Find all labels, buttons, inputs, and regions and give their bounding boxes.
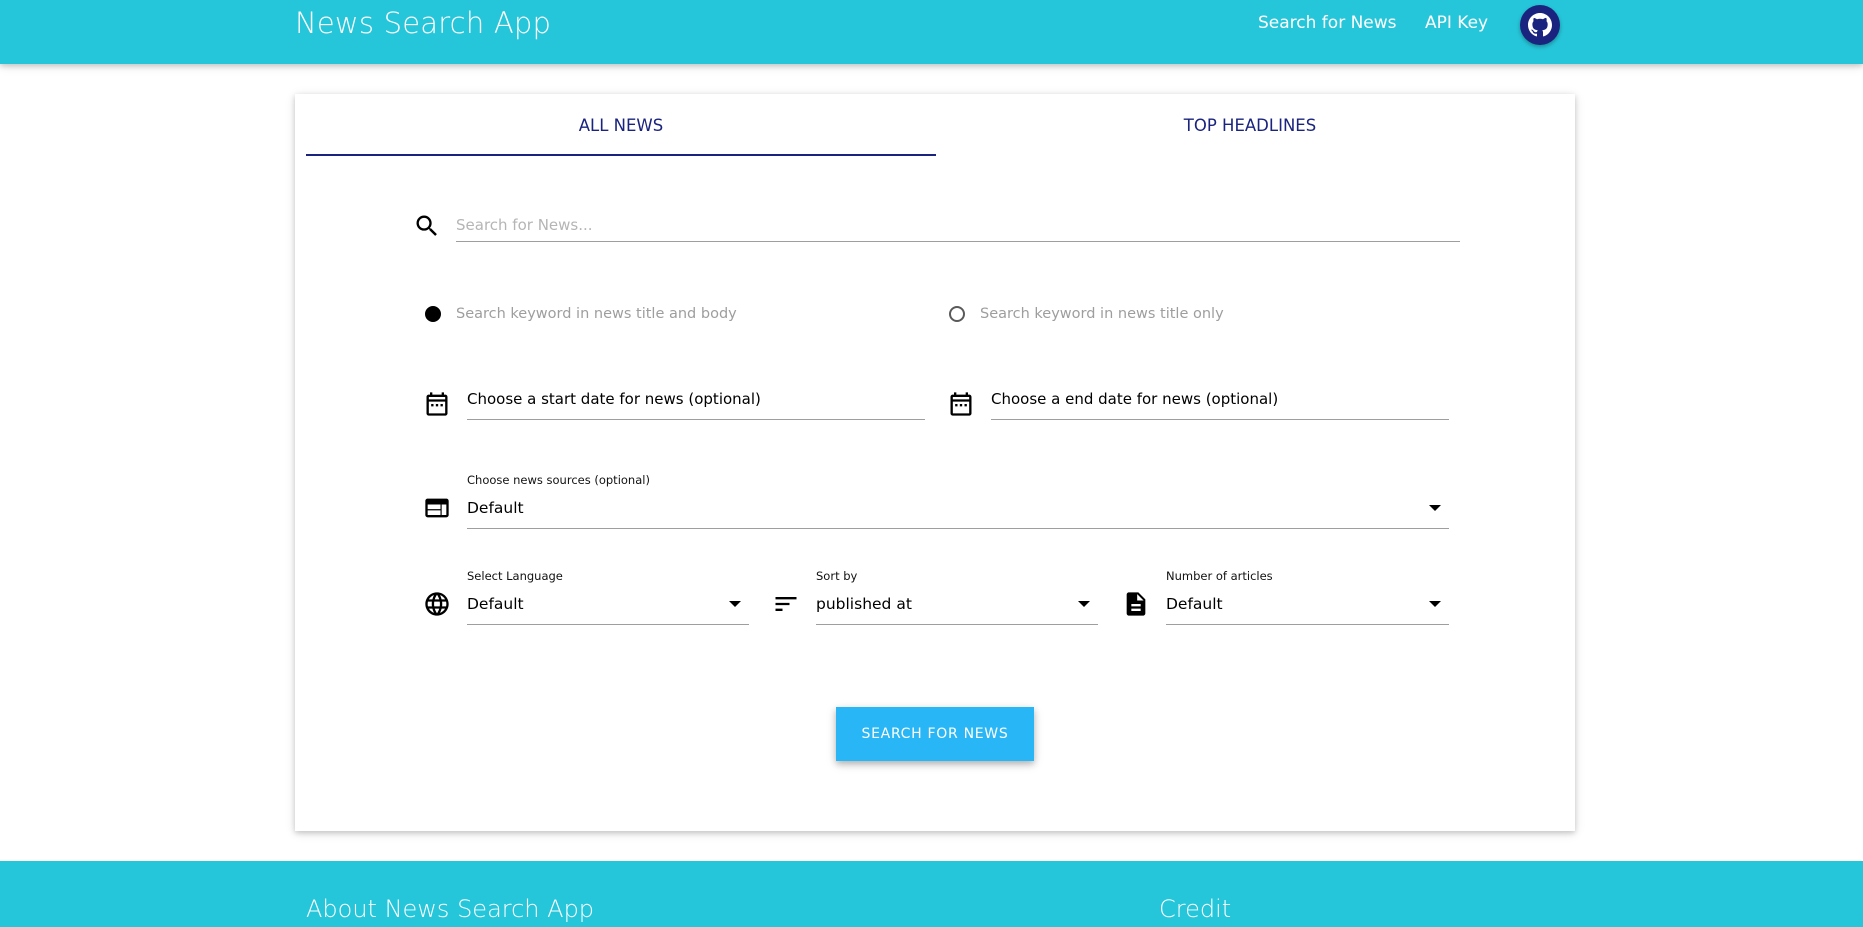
- radio-label: Search keyword in news title only: [980, 306, 1224, 322]
- sort-select-value: published at: [816, 594, 912, 613]
- tab-all-news[interactable]: ALL NEWS: [306, 94, 936, 156]
- nav-link-search[interactable]: Search for News: [1258, 13, 1397, 33]
- tab-indicator: [306, 154, 936, 156]
- footer-about-title: About News Search App: [306, 895, 595, 923]
- radio-title-only[interactable]: Search keyword in news title only: [949, 306, 1224, 322]
- footer: About News Search App Credit: [0, 861, 1863, 927]
- tab-top-headlines[interactable]: TOP HEADLINES: [935, 94, 1565, 156]
- search-icon: [413, 212, 441, 245]
- language-label: Select Language: [467, 569, 563, 583]
- articles-select-value: Default: [1166, 594, 1223, 613]
- chevron-down-icon: [729, 600, 741, 607]
- search-for-news-button[interactable]: SEARCH FOR NEWS: [836, 707, 1034, 761]
- search-input[interactable]: [456, 208, 1460, 242]
- sort-label: Sort by: [816, 569, 858, 583]
- chevron-down-icon: [1078, 600, 1090, 607]
- end-date-field[interactable]: Choose a end date for news (optional): [991, 382, 1449, 420]
- articles-select[interactable]: Default: [1166, 587, 1449, 625]
- sort-icon: [772, 590, 800, 623]
- sources-select[interactable]: Default: [467, 491, 1449, 529]
- document-icon: [1122, 590, 1150, 623]
- github-button[interactable]: [1520, 5, 1560, 45]
- chevron-down-icon: [1429, 504, 1441, 511]
- language-select[interactable]: Default: [467, 587, 749, 625]
- brand-logo[interactable]: News Search App: [295, 6, 551, 40]
- calendar-icon: [423, 390, 451, 423]
- chevron-down-icon: [1429, 600, 1441, 607]
- globe-icon: [423, 590, 451, 623]
- web-icon: [423, 494, 451, 527]
- footer-credit-title: Credit: [1159, 895, 1232, 923]
- radio-title-and-body[interactable]: Search keyword in news title and body: [425, 306, 737, 322]
- language-select-value: Default: [467, 594, 524, 613]
- nav-link-api-key[interactable]: API Key: [1425, 13, 1488, 33]
- navbar: News Search App Search for News API Key: [0, 0, 1863, 64]
- radio-label: Search keyword in news title and body: [456, 306, 737, 322]
- github-icon: [1528, 13, 1552, 37]
- search-card: ALL NEWS TOP HEADLINES Search keyword in…: [295, 94, 1575, 831]
- sort-select[interactable]: published at: [816, 587, 1098, 625]
- radio-unchecked-indicator: [949, 306, 965, 322]
- radio-checked-indicator: [425, 306, 441, 322]
- sources-select-value: Default: [467, 498, 524, 517]
- articles-label: Number of articles: [1166, 569, 1273, 583]
- calendar-icon: [947, 390, 975, 423]
- sources-label: Choose news sources (optional): [467, 473, 650, 487]
- start-date-field[interactable]: Choose a start date for news (optional): [467, 382, 925, 420]
